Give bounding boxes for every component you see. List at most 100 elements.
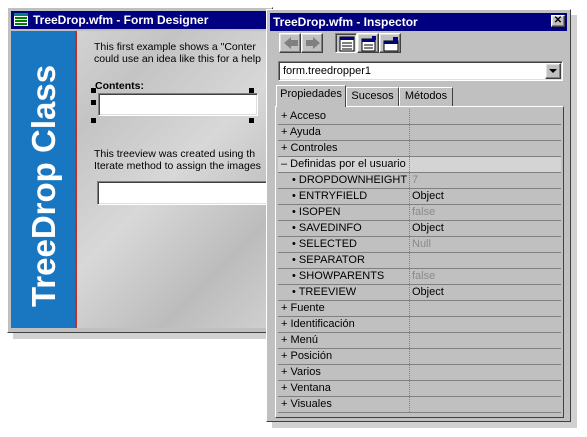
arrow-right-icon [306,37,320,49]
property-row[interactable]: – Definidas por el usuario [278,157,561,173]
tab-metodos[interactable]: Métodos [399,87,453,106]
form-designer-window: TreeDrop.wfm - Form Designer TreeDrop Cl… [7,7,273,333]
property-name: • SEPARATOR [292,254,365,266]
property-name: • ISOPEN [292,206,341,218]
property-name: • DROPDOWNHEIGHT [292,174,408,186]
form-designer-title: TreeDrop.wfm - Form Designer [33,13,209,27]
object-selector-dropdown-button[interactable] [545,63,561,79]
intro-text-line-1: This first example shows a "Conter [94,41,256,53]
property-value[interactable]: false [412,269,435,284]
tab-sucesos[interactable]: Sucesos [346,87,399,106]
column-divider[interactable] [409,253,410,268]
description-pane-button[interactable] [379,33,401,53]
column-divider[interactable] [409,141,410,156]
object-selector-combobox[interactable]: form.treedropper1 [278,61,563,81]
property-grid-body[interactable]: + Acceso + Ayuda + Controles – Definidas po… [278,109,561,415]
property-row[interactable]: • SAVEDINFO Object [278,221,561,237]
property-row[interactable]: • ENTRYFIELD Object [278,189,561,205]
property-name: + Varios [281,366,321,378]
property-row[interactable]: + Varios [278,365,561,381]
arrow-left-icon [284,37,298,49]
column-divider[interactable] [409,349,410,364]
property-name: + Identificación [281,318,355,330]
property-row[interactable]: + Posición [278,349,561,365]
tab-metodos-label: Métodos [404,90,448,102]
property-name: – Definidas por el usuario [281,158,406,170]
property-name: + Menú [281,334,318,346]
object-selector-value: form.treedropper1 [283,65,372,77]
property-row[interactable]: + Ayuda [278,125,561,141]
inspector-title: TreeDrop.wfm - Inspector [273,15,418,29]
property-value[interactable]: false [412,205,435,220]
window-pane-icon [383,37,399,52]
close-icon: ✕ [553,15,563,26]
intro-text-line-2: could use an idea like this for a help [94,53,261,65]
selection-handle-tr[interactable] [249,88,254,93]
property-row[interactable]: + Identificación [278,317,561,333]
column-divider[interactable] [409,125,410,140]
alphabetic-list-icon [361,36,376,52]
inspector-window: TreeDrop.wfm - Inspector ✕ form.treedrop… [266,9,571,422]
inspector-titlebar[interactable]: TreeDrop.wfm - Inspector ✕ [270,13,567,31]
property-row[interactable]: • ISOPEN false [278,205,561,221]
column-divider[interactable] [409,205,410,220]
property-row[interactable]: + Controles [278,141,561,157]
treeview-entryfield[interactable] [97,181,272,205]
form-canvas[interactable]: TreeDrop Class This first example shows … [11,31,272,328]
property-value[interactable]: Object [412,189,444,204]
property-name: + Controles [281,142,338,154]
column-divider[interactable] [409,221,410,236]
column-divider[interactable] [409,365,410,380]
column-divider[interactable] [409,381,410,396]
categorized-view-button[interactable] [335,33,357,53]
alphabetic-view-button[interactable] [357,33,379,53]
selection-handle-br[interactable] [249,118,254,123]
column-divider[interactable] [409,269,410,284]
column-divider[interactable] [409,333,410,348]
property-row[interactable]: + Ventana [278,381,561,397]
selection-handle-bl[interactable] [91,118,96,123]
property-value[interactable]: Object [412,221,444,236]
column-divider[interactable] [409,109,410,124]
property-grid: + Acceso + Ayuda + Controles – Definidas po… [275,106,564,418]
contents-entryfield[interactable] [98,93,258,116]
tab-sucesos-label: Sucesos [351,90,394,102]
selection-handle-tl[interactable] [91,88,96,93]
contents-label: Contents: [95,80,144,92]
column-divider[interactable] [409,189,410,204]
column-divider[interactable] [409,317,410,332]
property-row[interactable]: • SELECTED Null [278,237,561,253]
property-name: + Visuales [281,398,332,410]
banner-panel: TreeDrop Class [11,31,77,328]
property-row[interactable]: • SEPARATOR [278,253,561,269]
property-value[interactable]: 7 [412,173,418,188]
column-divider[interactable] [409,157,410,172]
column-divider[interactable] [409,173,410,188]
property-name: + Acceso [281,110,326,122]
property-value[interactable]: Object [412,285,444,300]
property-row[interactable]: • SHOWPARENTS false [278,269,561,285]
close-button[interactable]: ✕ [551,15,565,27]
column-divider[interactable] [409,285,410,300]
property-row[interactable]: + Visuales [278,397,561,413]
column-divider[interactable] [409,237,410,252]
column-divider[interactable] [409,301,410,316]
property-name: + Ayuda [281,126,321,138]
property-name: • SELECTED [292,238,357,250]
property-row[interactable]: + Menú [278,333,561,349]
property-name: • ENTRYFIELD [292,190,368,202]
tab-propiedades[interactable]: Propiedades [276,85,346,107]
banner-title: TreeDrop Class [25,64,62,308]
back-button[interactable] [279,33,301,53]
property-row[interactable]: • DROPDOWNHEIGHT 7 [278,173,561,189]
property-name: • SHOWPARENTS [292,270,385,282]
column-divider[interactable] [409,397,410,412]
property-row[interactable]: + Acceso [278,109,561,125]
property-row[interactable]: • TREEVIEW Object [278,285,561,301]
property-name: • SAVEDINFO [292,222,362,234]
property-row[interactable]: + Fuente [278,301,561,317]
forward-button[interactable] [301,33,323,53]
selection-handle-ml[interactable] [91,100,96,105]
form-designer-titlebar[interactable]: TreeDrop.wfm - Form Designer [11,11,272,29]
property-value[interactable]: Null [412,237,431,252]
